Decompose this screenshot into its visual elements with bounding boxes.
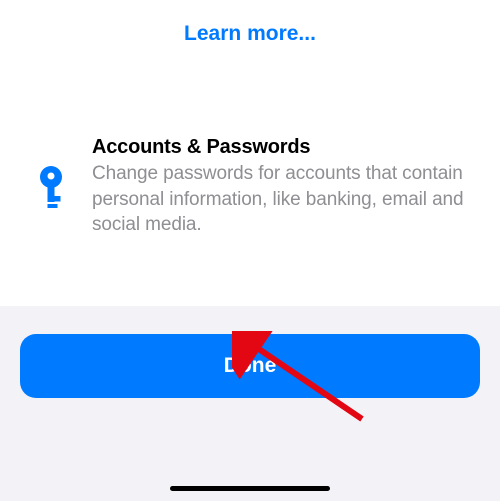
key-icon-wrap bbox=[30, 136, 72, 208]
text-block: Accounts & Passwords Change passwords fo… bbox=[92, 136, 470, 238]
learn-more-link[interactable]: Learn more... bbox=[0, 22, 500, 46]
bottom-section: Done bbox=[0, 306, 500, 501]
home-indicator[interactable] bbox=[170, 486, 330, 491]
done-button[interactable]: Done bbox=[20, 334, 480, 398]
top-section: Learn more... bbox=[0, 0, 500, 76]
accounts-passwords-block: Accounts & Passwords Change passwords fo… bbox=[0, 76, 500, 278]
key-icon bbox=[35, 166, 67, 208]
section-description: Change passwords for accounts that conta… bbox=[92, 161, 470, 238]
section-title: Accounts & Passwords bbox=[92, 136, 470, 159]
